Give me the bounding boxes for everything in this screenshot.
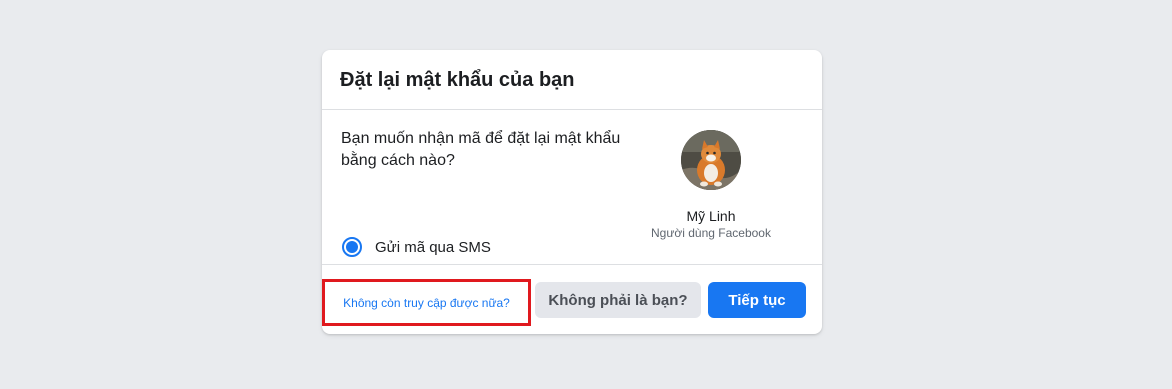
sms-option[interactable]: Gửi mã qua SMS [342, 237, 491, 257]
avatar [681, 130, 741, 190]
reset-password-dialog: Đặt lại mật khẩu của bạn Bạn muốn nhận m… [322, 50, 822, 334]
radio-dot [346, 241, 358, 253]
profile-card: Mỹ Linh Người dùng Facebook [622, 130, 800, 241]
dialog-title: Đặt lại mật khẩu của bạn [340, 69, 575, 91]
profile-subtitle: Người dùng Facebook [651, 226, 771, 240]
profile-name: Mỹ Linh [686, 208, 736, 224]
cat-avatar-icon [681, 130, 741, 190]
no-access-link[interactable]: Không còn truy cập được nữa? [343, 296, 510, 310]
dialog-header: Đặt lại mật khẩu của bạn [322, 50, 822, 110]
highlight-box: Không còn truy cập được nữa? [322, 279, 531, 326]
continue-button[interactable]: Tiếp tục [708, 282, 806, 318]
dialog-footer: Không còn truy cập được nữa? Không phải … [322, 265, 822, 334]
reset-method-question: Bạn muốn nhận mã để đặt lại mật khẩu bằn… [341, 130, 621, 169]
radio-selected-icon[interactable] [342, 237, 362, 257]
sms-option-label: Gửi mã qua SMS [375, 238, 491, 256]
not-you-button[interactable]: Không phải là bạn? [535, 282, 701, 318]
dialog-body: Bạn muốn nhận mã để đặt lại mật khẩu bằn… [322, 110, 822, 265]
